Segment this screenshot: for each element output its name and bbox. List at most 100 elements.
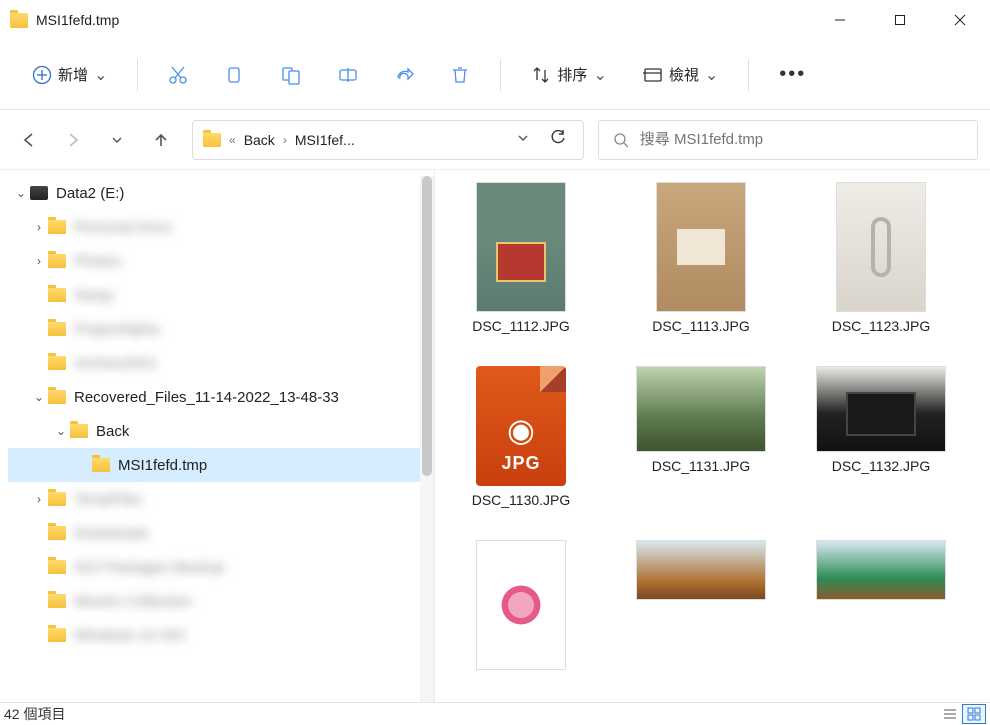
address-bar[interactable]: « Back › MSI1fef... <box>192 120 584 160</box>
up-button[interactable] <box>144 123 178 157</box>
main-area: ⌄Data2 (E:) ›Personal Docs ›Photos ›Setu… <box>0 170 990 702</box>
tree-pane: ⌄Data2 (E:) ›Personal Docs ›Photos ›Setu… <box>0 170 435 702</box>
tree-item-recovered[interactable]: ⌄ Recovered_Files_11-14-2022_13-48-33 <box>8 380 434 414</box>
new-button[interactable]: 新增 ⌄ <box>18 53 121 97</box>
tree-label: Data2 (E:) <box>56 185 124 202</box>
nav-row: « Back › MSI1fef... <box>0 110 990 170</box>
folder-icon <box>48 356 66 370</box>
breadcrumb-prefix: « <box>229 133 236 147</box>
folder-icon <box>48 594 66 608</box>
tree-label: Setup <box>74 287 113 304</box>
copy-icon <box>224 65 244 85</box>
folder-icon <box>48 390 66 404</box>
file-item[interactable]: DSC_1113.JPG <box>631 182 771 334</box>
recent-button[interactable] <box>100 123 134 157</box>
thumbnail <box>636 540 766 600</box>
plus-circle-icon <box>32 65 52 85</box>
minimize-button[interactable] <box>810 0 870 40</box>
sort-button[interactable]: 排序 ⌄ <box>517 53 620 97</box>
view-label: 檢視 <box>669 64 699 85</box>
tree-label: Windows 10 ISO <box>74 627 186 644</box>
tree-label: ISO Packages Backup <box>74 559 224 576</box>
view-icon <box>643 65 663 85</box>
tree-item[interactable]: ›Downloads <box>8 516 434 550</box>
paste-button[interactable] <box>266 53 316 97</box>
folder-icon <box>48 220 66 234</box>
file-item[interactable] <box>631 540 771 670</box>
jpg-badge: JPG <box>501 453 540 474</box>
chevron-right-icon: › <box>30 220 48 234</box>
tree-label: Recovered_Files_11-14-2022_13-48-33 <box>74 389 339 406</box>
tree-scrollbar[interactable] <box>420 176 434 702</box>
tree-item[interactable]: ›Photos <box>8 244 434 278</box>
drive-icon <box>30 186 48 200</box>
file-item[interactable]: ◉ JPG DSC_1130.JPG <box>451 366 591 508</box>
rename-button[interactable] <box>324 53 372 97</box>
chevron-down-icon: ⌄ <box>52 424 70 438</box>
file-item[interactable]: DSC_1112.JPG <box>451 182 591 334</box>
chevron-down-icon: ⌄ <box>94 65 107 85</box>
search-input[interactable] <box>640 131 963 148</box>
file-name: DSC_1130.JPG <box>472 492 571 508</box>
share-button[interactable] <box>380 53 428 97</box>
scrollbar-thumb[interactable] <box>422 176 432 476</box>
maximize-button[interactable] <box>870 0 930 40</box>
folder-icon <box>48 492 66 506</box>
details-view-button[interactable] <box>938 704 962 724</box>
title-bar: MSI1fefd.tmp <box>0 0 990 40</box>
trash-icon <box>450 65 470 85</box>
folder-icon <box>48 254 66 268</box>
cut-button[interactable] <box>154 53 202 97</box>
more-button[interactable]: ••• <box>765 53 820 97</box>
tree-item[interactable]: ›Personal Docs <box>8 210 434 244</box>
tree-item[interactable]: ›Movies Collection <box>8 584 434 618</box>
file-item[interactable] <box>451 540 591 670</box>
tree-item-back[interactable]: ⌄Back <box>8 414 434 448</box>
file-item[interactable] <box>811 540 951 670</box>
new-label: 新增 <box>58 64 88 85</box>
thumbnail <box>816 540 946 600</box>
paste-icon <box>280 64 302 86</box>
tree-label: Downloads <box>74 525 148 542</box>
tree-label: Archive2021 <box>74 355 157 372</box>
chevron-right-icon: › <box>30 254 48 268</box>
tree-item[interactable]: ›Windows 10 ISO <box>8 618 434 652</box>
thumbnail <box>836 182 926 312</box>
breadcrumb-seg-back[interactable]: Back <box>244 132 275 148</box>
tree-item[interactable]: ›TempFiles <box>8 482 434 516</box>
rename-icon <box>338 65 358 85</box>
refresh-button[interactable] <box>543 124 573 155</box>
view-button[interactable]: 檢視 ⌄ <box>629 53 732 97</box>
window-title: MSI1fefd.tmp <box>36 12 810 28</box>
chevron-down-icon: ⌄ <box>30 390 48 404</box>
forward-button[interactable] <box>56 123 90 157</box>
tree-item-drive[interactable]: ⌄ Data2 (E:) <box>8 176 434 210</box>
share-icon <box>394 65 414 85</box>
chevron-right-icon: › <box>283 133 287 147</box>
address-dropdown[interactable] <box>511 127 535 153</box>
folder-icon <box>48 288 66 302</box>
delete-button[interactable] <box>436 53 484 97</box>
cut-icon <box>168 65 188 85</box>
back-button[interactable] <box>12 123 46 157</box>
folder-icon <box>92 458 110 472</box>
tree-item-current[interactable]: ›MSI1fefd.tmp <box>8 448 434 482</box>
close-button[interactable] <box>930 0 990 40</box>
chevron-down-icon: ⌄ <box>705 65 718 85</box>
tree-item[interactable]: ›ProjectAlpha <box>8 312 434 346</box>
copy-button[interactable] <box>210 53 258 97</box>
content-pane[interactable]: DSC_1112.JPG DSC_1113.JPG DSC_1123.JPG ◉… <box>435 170 990 702</box>
chevron-down-icon: ⌄ <box>12 186 30 200</box>
thumbnails-view-button[interactable] <box>962 704 986 724</box>
sort-label: 排序 <box>557 64 587 85</box>
tree-item[interactable]: ›Setup <box>8 278 434 312</box>
tree-item[interactable]: ›Archive2021 <box>8 346 434 380</box>
search-box[interactable] <box>598 120 978 160</box>
file-item[interactable]: DSC_1131.JPG <box>631 366 771 508</box>
file-item[interactable]: DSC_1132.JPG <box>811 366 951 508</box>
thumbnail-grid: DSC_1112.JPG DSC_1113.JPG DSC_1123.JPG ◉… <box>451 182 990 670</box>
breadcrumb-seg-current[interactable]: MSI1fef... <box>295 132 355 148</box>
tree-item[interactable]: ›ISO Packages Backup <box>8 550 434 584</box>
file-item[interactable]: DSC_1123.JPG <box>811 182 951 334</box>
tree-label: MSI1fefd.tmp <box>118 457 207 474</box>
